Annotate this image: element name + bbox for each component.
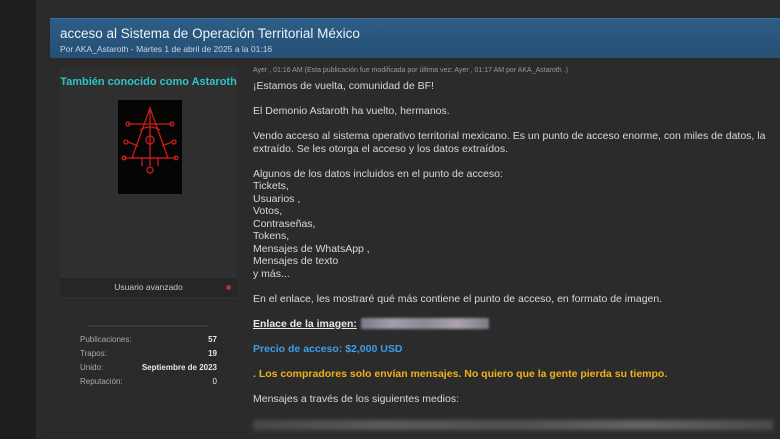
stats-divider bbox=[88, 325, 208, 327]
redacted-contacts bbox=[253, 420, 773, 430]
contact-intro: Mensajes a través de los siguientes medi… bbox=[253, 392, 460, 405]
thread-header: acceso al Sistema de Operación Territori… bbox=[50, 18, 780, 58]
list-item: Mensajes de texto bbox=[253, 255, 339, 267]
avatar[interactable] bbox=[118, 100, 182, 194]
link-note: En el enlace, les mostraré qué más conti… bbox=[253, 292, 663, 305]
outer-background bbox=[0, 0, 36, 439]
post-greeting: ¡Estamos de vuelta, comunidad de BF! bbox=[253, 80, 434, 92]
list-item: y más... bbox=[253, 267, 290, 280]
sigil-avatar-icon bbox=[118, 100, 182, 194]
username[interactable]: También conocido como Astaroth bbox=[60, 76, 237, 88]
post-meta: Ayer , 01:16 AM (Esta publicación fue mo… bbox=[253, 67, 568, 74]
data-intro: Algunos de los datos incluidos en el pun… bbox=[253, 167, 503, 180]
redacted-image-link[interactable] bbox=[360, 318, 489, 330]
rank-label: Usuario avanzado bbox=[114, 282, 183, 292]
stat-joined: Unido: Septiembre de 2023 bbox=[80, 363, 217, 372]
post-return-line: El Demonio Astaroth ha vuelto, hermanos. bbox=[253, 105, 450, 117]
stat-threads: Trapos: 19 bbox=[80, 349, 217, 358]
stat-reputation: Reputación: 0 bbox=[80, 377, 217, 386]
image-link-label: Enlace de la imagen: bbox=[253, 317, 357, 330]
list-item: Votos, bbox=[253, 205, 283, 217]
thread-title[interactable]: acceso al Sistema de Operación Territori… bbox=[60, 25, 770, 42]
post-body: ¡Estamos de vuelta, comunidad de BF! El … bbox=[253, 80, 780, 439]
image-link-line: Enlace de la imagen: bbox=[253, 318, 780, 331]
thread-meta: Por AKA_Astaroth - Martes 1 de abril de … bbox=[60, 44, 273, 54]
user-rank: Usuario avanzado bbox=[60, 278, 237, 297]
list-item: Tokens, bbox=[253, 230, 290, 242]
post-offer-line-1: Vendo acceso al sistema operativo territ… bbox=[253, 130, 766, 142]
stat-posts: Publicaciones: 57 bbox=[80, 335, 217, 344]
list-item: Tickets, bbox=[253, 180, 289, 192]
user-panel: También conocido como Astaroth Usuario a… bbox=[60, 68, 237, 399]
list-item: Usuarios , bbox=[253, 192, 301, 205]
online-status-icon bbox=[226, 285, 231, 290]
post-offer-line-2: extraído. Se les otorga el acceso y los … bbox=[253, 142, 509, 155]
warning-text: . Los compradores solo envían mensajes. … bbox=[253, 367, 668, 380]
price-text: Precio de acceso: $2,000 USD bbox=[253, 342, 403, 355]
list-item: Mensajes de WhatsApp , bbox=[253, 242, 370, 255]
list-item: Contraseñas, bbox=[253, 217, 316, 230]
user-stats: Publicaciones: 57 Trapos: 19 Unido: Sept… bbox=[60, 299, 237, 399]
